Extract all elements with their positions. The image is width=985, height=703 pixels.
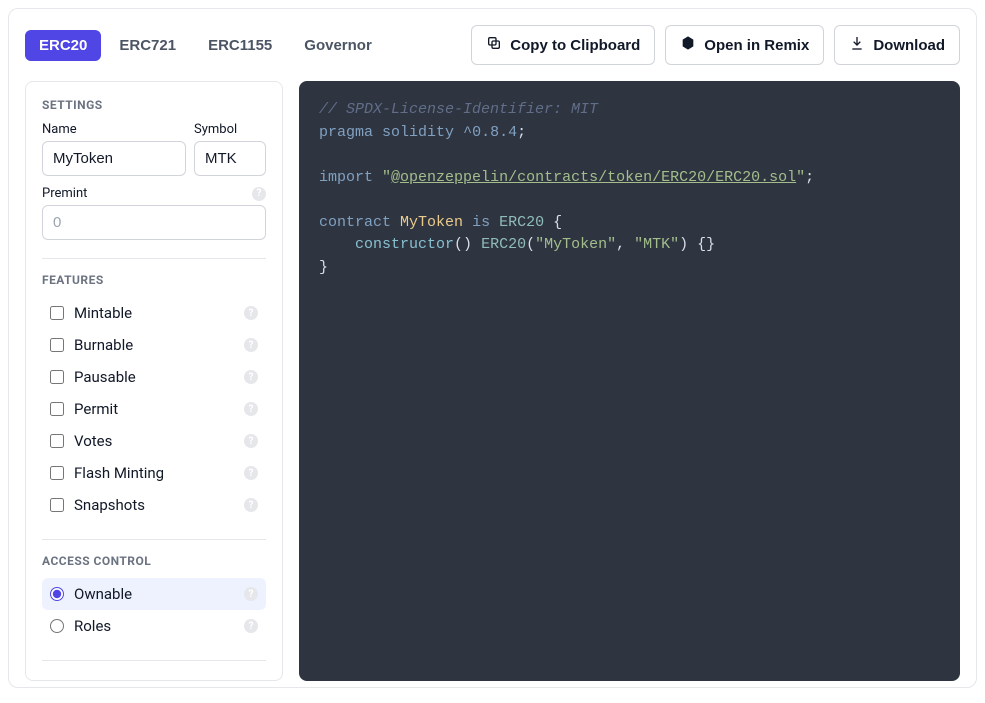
feature-checkbox-snapshots[interactable] [50,498,64,512]
access-radio-roles[interactable] [50,619,64,633]
access-label[interactable]: Ownable [74,585,132,603]
divider [42,539,266,540]
sidebar: SETTINGS Name Symbol Premint ? F [25,81,283,681]
feature-row: Votes? [42,425,266,457]
tab-governor[interactable]: Governor [290,30,386,61]
premint-input[interactable] [42,205,266,240]
tab-erc721[interactable]: ERC721 [105,30,190,61]
settings-heading: SETTINGS [42,98,266,112]
access-radio-ownable[interactable] [50,587,64,601]
code-panel: // SPDX-License-Identifier: MIT pragma s… [299,81,960,681]
download-icon [849,35,865,55]
open-in-remix-button[interactable]: Open in Remix [665,25,824,65]
feature-row: Pausable? [42,361,266,393]
tab-erc1155[interactable]: ERC1155 [194,30,286,61]
help-icon[interactable]: ? [244,370,258,384]
feature-row: Flash Minting? [42,457,266,489]
feature-label[interactable]: Burnable [74,336,133,354]
feature-checkbox-burnable[interactable] [50,338,64,352]
feature-checkbox-mintable[interactable] [50,306,64,320]
name-input[interactable] [42,141,186,176]
feature-row: Permit? [42,393,266,425]
remix-icon [680,35,696,55]
symbol-label: Symbol [194,122,266,137]
copy-label: Copy to Clipboard [510,37,640,54]
name-label: Name [42,122,186,137]
feature-label[interactable]: Pausable [74,368,136,386]
help-icon[interactable]: ? [244,619,258,633]
copy-to-clipboard-button[interactable]: Copy to Clipboard [471,25,655,65]
feature-label[interactable]: Mintable [74,304,132,322]
feature-label[interactable]: Permit [74,400,118,418]
feature-checkbox-pausable[interactable] [50,370,64,384]
tab-erc20[interactable]: ERC20 [25,30,101,61]
help-icon[interactable]: ? [244,434,258,448]
feature-checkbox-permit[interactable] [50,402,64,416]
tabs: ERC20ERC721ERC1155Governor [25,30,386,61]
help-icon[interactable]: ? [244,587,258,601]
feature-checkbox-flash-minting[interactable] [50,466,64,480]
download-label: Download [873,37,945,54]
code-block: // SPDX-License-Identifier: MIT pragma s… [319,99,940,279]
feature-label[interactable]: Votes [74,432,112,450]
symbol-input[interactable] [194,141,266,176]
remix-label: Open in Remix [704,37,809,54]
divider [42,660,266,661]
action-buttons: Copy to Clipboard Open in Remix Download [471,25,960,65]
help-icon[interactable]: ? [244,466,258,480]
help-icon[interactable]: ? [252,187,266,201]
divider [42,258,266,259]
help-icon[interactable]: ? [244,306,258,320]
access-control-heading: ACCESS CONTROL [42,554,266,568]
feature-row: Snapshots? [42,489,266,521]
feature-label[interactable]: Flash Minting [74,464,164,482]
feature-label[interactable]: Snapshots [74,496,145,514]
feature-row: Mintable? [42,297,266,329]
code-comment: // SPDX-License-Identifier: MIT [319,101,598,118]
feature-checkbox-votes[interactable] [50,434,64,448]
access-row: Roles? [42,610,266,642]
access-label[interactable]: Roles [74,617,111,635]
feature-row: Burnable? [42,329,266,361]
features-heading: FEATURES [42,273,266,287]
premint-label: Premint [42,186,87,201]
help-icon[interactable]: ? [244,402,258,416]
topbar: ERC20ERC721ERC1155Governor Copy to Clipb… [25,25,960,65]
copy-icon [486,35,502,55]
help-icon[interactable]: ? [244,338,258,352]
help-icon[interactable]: ? [244,498,258,512]
download-button[interactable]: Download [834,25,960,65]
access-row: Ownable? [42,578,266,610]
